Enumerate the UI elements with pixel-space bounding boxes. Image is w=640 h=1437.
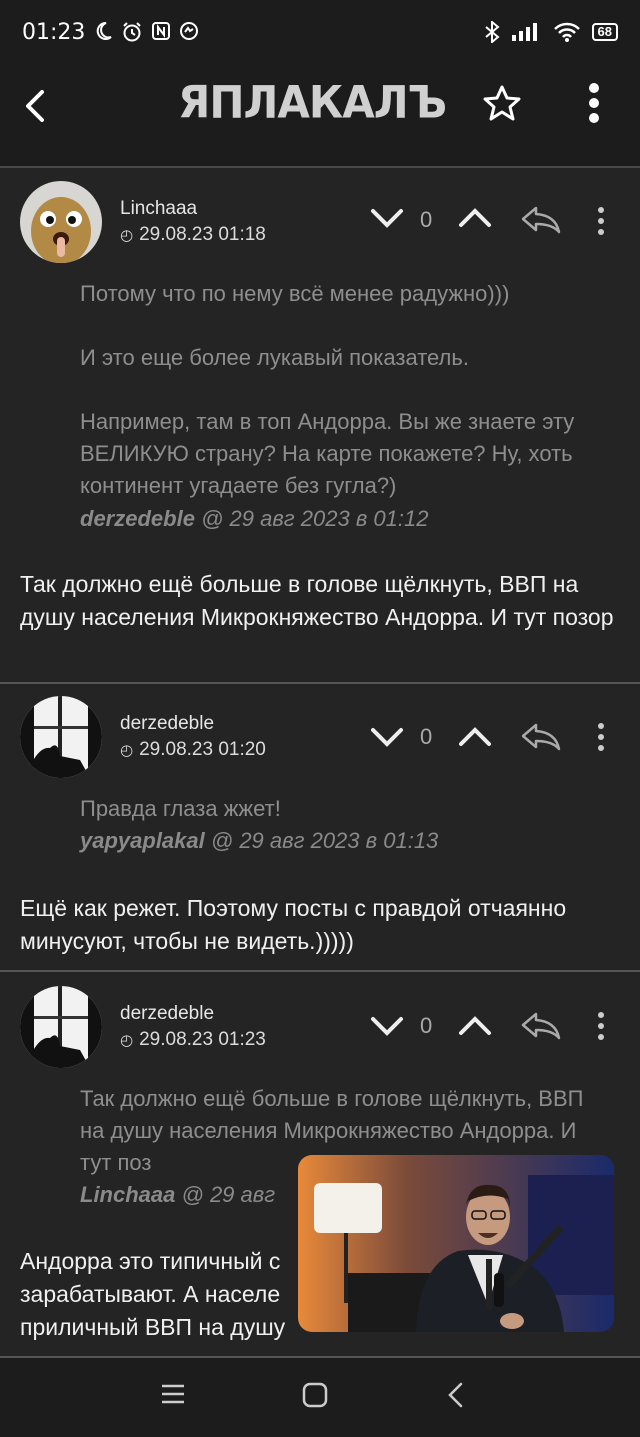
reply-button[interactable] [520, 204, 562, 241]
vote-up-button[interactable] [458, 206, 492, 235]
quote-author[interactable]: yapyaplakal [80, 828, 205, 853]
chevron-left-icon [448, 1382, 463, 1408]
recent-apps-button[interactable] [160, 1382, 186, 1411]
back-button[interactable] [22, 82, 58, 130]
bluetooth-icon [484, 21, 500, 43]
system-nav-bar [0, 1358, 640, 1437]
battery-indicator: 68 [591, 23, 618, 41]
sync-icon [180, 22, 199, 40]
avatar[interactable] [20, 181, 102, 263]
clock-icon: ◴ [120, 1032, 134, 1049]
divider [0, 682, 640, 684]
square-icon [302, 1382, 328, 1408]
comment-more-button[interactable] [596, 1011, 606, 1046]
alarm-icon [123, 22, 142, 42]
vote-count: 0 [420, 724, 433, 749]
quote-date: @ 29 авг 2023 в 01:13 [210, 828, 439, 853]
reply-button[interactable] [520, 1010, 562, 1047]
comment-author[interactable]: derzedeble [120, 713, 214, 735]
video-frame [298, 1155, 614, 1332]
divider [0, 166, 640, 168]
comment-text: Ещё как режет. Поэтому посты с правдой о… [20, 895, 567, 954]
favorite-button[interactable] [482, 84, 522, 129]
avatar-image [20, 696, 102, 778]
comment-more-button[interactable] [596, 722, 606, 757]
nfc-icon [152, 22, 171, 40]
chevron-up-icon [459, 208, 491, 227]
app-logo[interactable]: ЯПЛАКАЛЪ [178, 77, 447, 128]
wifi-icon [553, 22, 580, 42]
vote-down-button[interactable] [370, 206, 404, 235]
more-vertical-icon [589, 83, 599, 123]
comment-more-button[interactable] [596, 206, 606, 241]
vote-up-button[interactable] [458, 725, 492, 754]
moon-icon [97, 21, 113, 40]
chevron-down-icon [371, 728, 403, 747]
comment-text: Так должно ещё больше в голове щёлкнуть,… [20, 571, 614, 630]
home-button[interactable] [302, 1382, 328, 1413]
star-icon [483, 85, 521, 121]
pip-video-player[interactable] [298, 1155, 614, 1332]
overflow-menu-button[interactable] [588, 82, 600, 131]
signal-icon [511, 23, 537, 41]
quote-signature: yapyaplakal @ 29 авг 2023 в 01:13 [80, 828, 438, 854]
reply-icon [521, 723, 561, 751]
avatar-image [20, 181, 102, 263]
avatar[interactable] [20, 696, 102, 778]
status-bar: 01:23 68 [0, 0, 640, 64]
quote-signature: Linchaaa @ 29 авг [80, 1182, 275, 1208]
more-vertical-icon [598, 723, 604, 751]
quote-date: @ 29 авг [181, 1182, 276, 1207]
reply-button[interactable] [520, 721, 562, 758]
quote-author[interactable]: derzedeble [80, 506, 195, 531]
clock-icon: ◴ [120, 227, 134, 244]
app-bar: ЯПЛАКАЛЪ [0, 64, 640, 166]
comment-date: 29.08.23 01:20 [139, 739, 266, 760]
comment-author[interactable]: Linchaaa [120, 198, 197, 220]
chevron-down-icon [371, 209, 403, 228]
vote-down-button[interactable] [370, 725, 404, 754]
vote-count: 0 [420, 1013, 433, 1038]
divider [0, 970, 640, 972]
vote-up-button[interactable] [458, 1014, 492, 1043]
chevron-up-icon [459, 727, 491, 746]
comment-author[interactable]: derzedeble [120, 1003, 214, 1025]
menu-lines-icon [162, 1384, 184, 1404]
vote-down-button[interactable] [370, 1014, 404, 1043]
quote-text: Потому что по нему всё менее радужно))) … [80, 281, 575, 498]
more-vertical-icon [598, 1012, 604, 1040]
chevron-up-icon [459, 1016, 491, 1035]
nav-back-button[interactable] [446, 1382, 464, 1413]
avatar-image [20, 986, 102, 1068]
comment-date: 29.08.23 01:18 [139, 224, 266, 245]
status-time: 01:23 [22, 19, 86, 45]
reply-icon [521, 1012, 561, 1040]
avatar[interactable] [20, 986, 102, 1068]
back-arrow-icon [26, 90, 44, 122]
reply-icon [521, 206, 561, 234]
vote-count: 0 [420, 207, 433, 232]
clock-icon: ◴ [120, 742, 134, 759]
comment-date: 29.08.23 01:23 [139, 1029, 266, 1050]
quote-date: @ 29 авг 2023 в 01:12 [201, 506, 429, 531]
quote-author[interactable]: Linchaaa [80, 1182, 175, 1207]
quote-signature: derzedeble @ 29 авг 2023 в 01:12 [80, 506, 428, 532]
more-vertical-icon [598, 207, 604, 235]
quote-text: Правда глаза жжет! [80, 796, 281, 821]
chevron-down-icon [371, 1017, 403, 1036]
